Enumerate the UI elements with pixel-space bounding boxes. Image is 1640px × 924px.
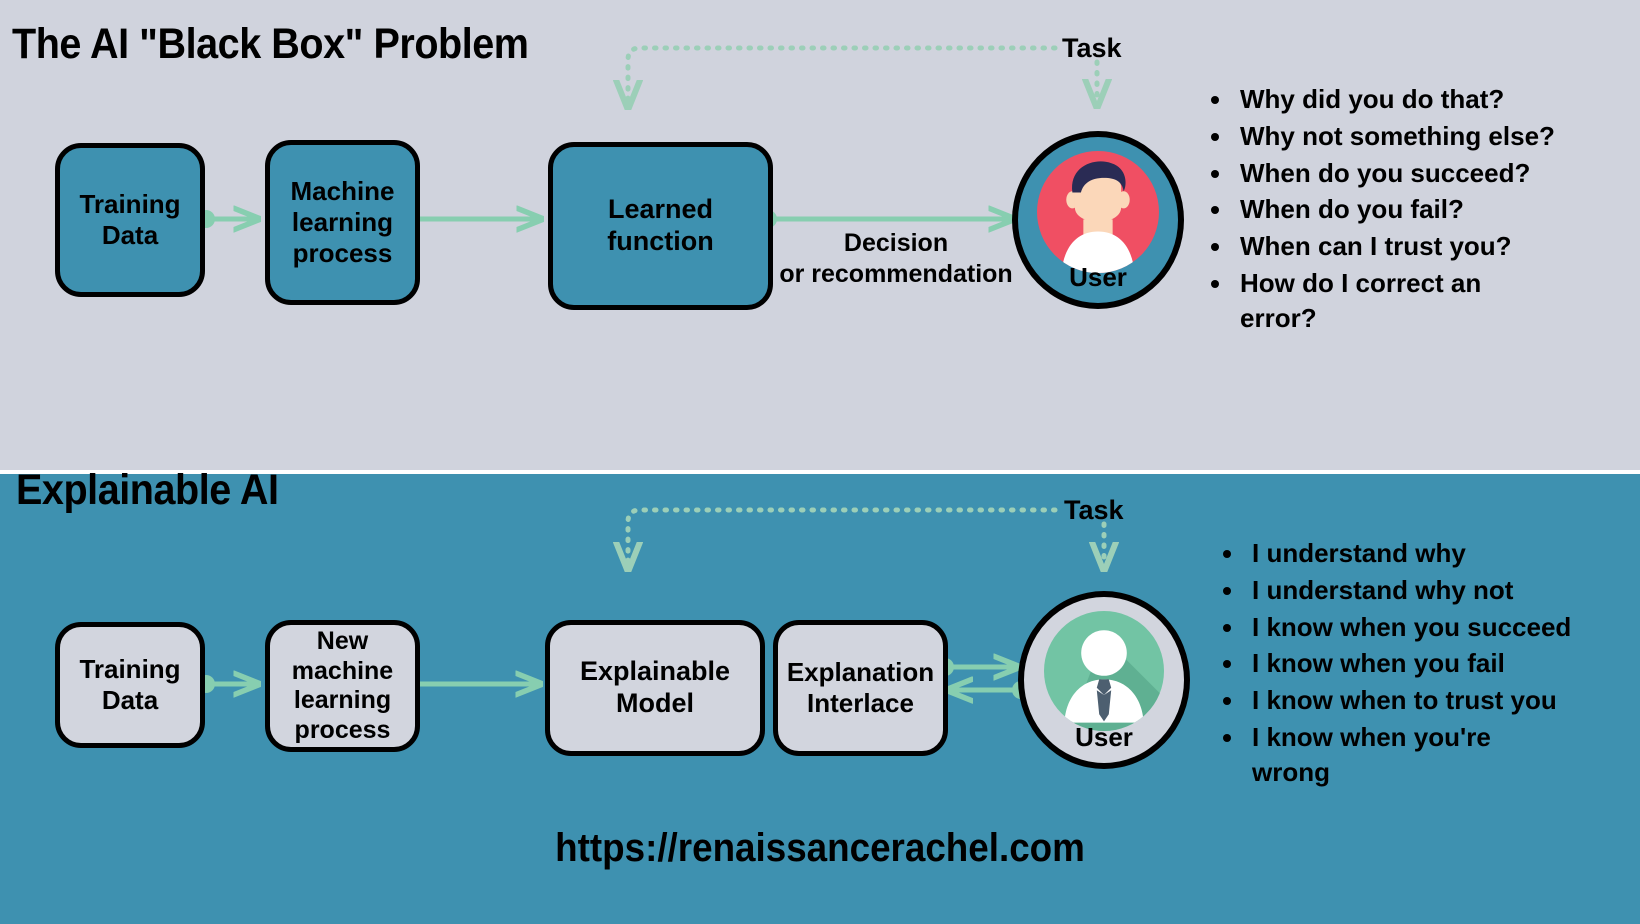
list-item: When do you fail?: [1234, 192, 1640, 227]
box-label: New machine learning process: [291, 627, 394, 744]
task-label-bottom: Task: [1064, 495, 1124, 525]
list-item: Why did you do that?: [1234, 82, 1640, 117]
box-label: Learned function: [607, 194, 714, 256]
box-label: Training Data: [79, 189, 181, 250]
user-avatar-pink-icon: [1037, 151, 1159, 273]
box-training-data-top: Training Data: [55, 143, 205, 297]
box-label: Explanation Interlace: [786, 657, 935, 718]
diagram-canvas: The AI "Black Box" Problem Training Data…: [0, 0, 1640, 924]
box-training-data-bottom: Training Data: [55, 622, 205, 748]
list-item: I know when you succeed: [1246, 610, 1640, 645]
box-explanation-interlace: Explanation Interlace: [773, 620, 948, 756]
user-node-top: User: [1012, 131, 1184, 309]
box-label: Explainable Model: [579, 656, 731, 718]
list-item: Why not something else?: [1234, 119, 1640, 154]
user-avatar-green-icon: [1044, 611, 1164, 731]
list-item: When do you succeed?: [1234, 156, 1640, 191]
box-new-machine-learning-process-bottom: New machine learning process: [265, 620, 420, 752]
list-item: I understand why: [1246, 536, 1640, 571]
list-item: When can I trust you?: [1234, 229, 1640, 264]
user-label-bottom: User: [1075, 722, 1133, 752]
list-item: I know when to trust you: [1246, 683, 1640, 718]
box-machine-learning-process-top: Machine learning process: [265, 140, 420, 305]
black-box-question-list: Why did you do that? Why not something e…: [1200, 82, 1640, 338]
user-label-top: User: [1069, 262, 1127, 292]
task-label-top: Task: [1062, 33, 1122, 63]
footer-url[interactable]: https://renaissancerachel.com: [66, 826, 1575, 871]
decision-label: Decision or recommendation: [779, 229, 1013, 289]
page-title-explainable-ai: Explainable AI: [16, 466, 279, 514]
list-item: I know when you fail: [1246, 646, 1640, 681]
box-label: Machine learning process: [290, 176, 395, 268]
box-learned-function-top: Learned function: [548, 142, 773, 310]
box-explainable-model: Explainable Model: [545, 620, 765, 756]
user-node-bottom: User: [1018, 591, 1190, 769]
explainable-ai-benefit-list: I understand why I understand why not I …: [1212, 536, 1640, 792]
list-item: I understand why not: [1246, 573, 1640, 608]
list-item: How do I correct an error?: [1234, 266, 1540, 336]
box-label: Training Data: [79, 654, 181, 715]
page-title-black-box: The AI "Black Box" Problem: [12, 20, 529, 68]
list-item: I know when you're wrong: [1246, 720, 1542, 790]
